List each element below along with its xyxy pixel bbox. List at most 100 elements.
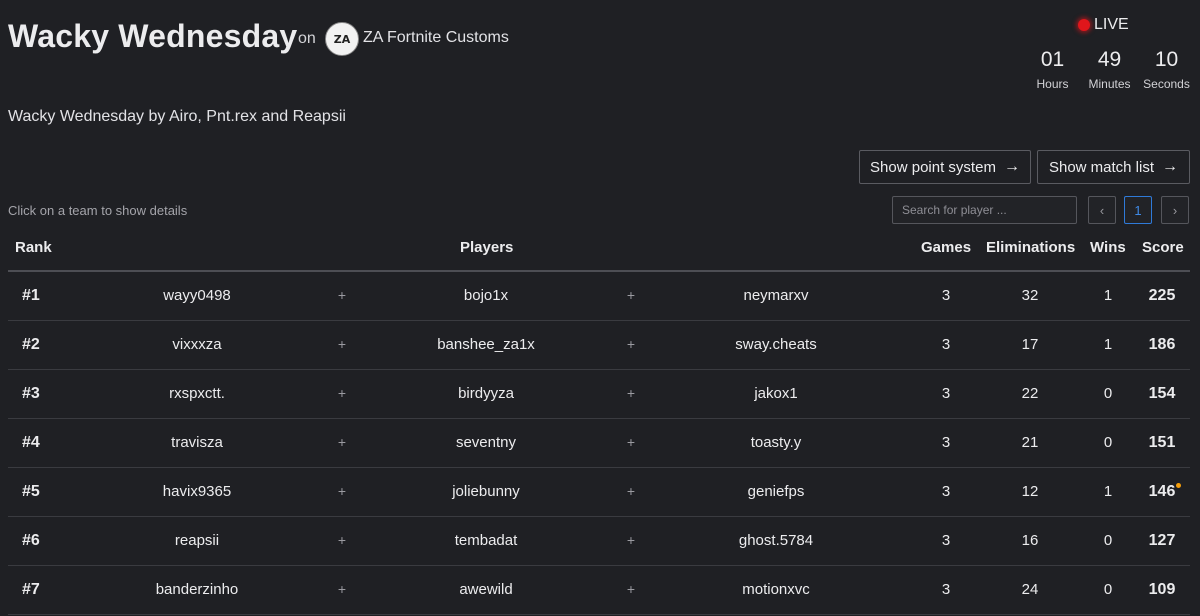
plus-separator-icon: +	[337, 581, 347, 597]
wins-count: 1	[1103, 336, 1113, 353]
countdown-timer: 01 Hours 49 Minutes 10 Seconds	[1024, 48, 1196, 91]
games-count: 3	[941, 532, 951, 549]
team-rank: #4	[22, 434, 40, 451]
player-name: toasty.y	[750, 434, 802, 451]
organizer-logo-icon[interactable]: ZA	[325, 22, 359, 56]
page-button-current[interactable]: 1	[1124, 196, 1152, 224]
plus-separator-icon: +	[626, 434, 636, 450]
wins-count: 0	[1103, 581, 1113, 598]
table-row[interactable]: #1 wayy0498 + bojo1x + neymarxv 3 32 1 225	[8, 272, 1190, 321]
player-name: awewild	[459, 581, 513, 598]
arrow-right-icon: →	[1162, 158, 1179, 175]
chevron-left-icon: ‹	[1099, 202, 1105, 218]
player-name: seventny	[455, 434, 517, 451]
chevron-right-icon: ›	[1172, 202, 1178, 218]
player-name: bojo1x	[463, 287, 509, 304]
table-row[interactable]: #6 reapsii + tembadat + ghost.5784 3 16 0 127	[8, 517, 1190, 566]
wins-count: 0	[1103, 434, 1113, 451]
column-header-players: Players	[460, 239, 514, 256]
player-name: ghost.5784	[738, 532, 814, 549]
plus-separator-icon: +	[626, 385, 636, 401]
button-label: Show match list	[1048, 158, 1155, 176]
games-count: 3	[941, 336, 951, 353]
player-name: banderzinho	[155, 581, 239, 598]
show-point-system-button[interactable]: Show point system →	[859, 150, 1031, 184]
team-score: 127	[1148, 532, 1176, 549]
column-header-games: Games	[921, 239, 972, 256]
wins-count: 0	[1103, 385, 1113, 402]
team-score: 154	[1148, 385, 1176, 402]
status-dot-icon	[1176, 483, 1181, 488]
player-name: motionxvc	[742, 581, 810, 598]
table-row[interactable]: #3 rxspxctt. + birdyyza + jakox1 3 22 0 154	[8, 370, 1190, 419]
games-count: 3	[941, 483, 951, 500]
next-page-button[interactable]: ›	[1161, 196, 1189, 224]
leaderboard-table: Rank Players Games Eliminations Wins Sco…	[8, 230, 1190, 615]
plus-separator-icon: +	[626, 532, 636, 548]
player-name: vixxxza	[172, 336, 222, 353]
column-header-eliminations: Eliminations	[986, 239, 1076, 256]
countdown-label: Seconds	[1143, 77, 1190, 91]
player-name: tembadat	[454, 532, 518, 549]
player-name: neymarxv	[743, 287, 809, 304]
wins-count: 1	[1103, 287, 1113, 304]
player-name: rxspxctt.	[169, 385, 225, 402]
player-name: travisza	[171, 434, 223, 451]
column-header-score: Score	[1142, 239, 1184, 256]
countdown-value: 01	[1040, 48, 1065, 71]
plus-separator-icon: +	[337, 483, 347, 499]
table-row[interactable]: #2 vixxxza + banshee_za1x + sway.cheats 3 17 1 18…	[8, 321, 1190, 370]
plus-separator-icon: +	[337, 287, 347, 303]
table-hint: Click on a team to show details	[8, 203, 188, 218]
countdown-label: Minutes	[1088, 77, 1131, 91]
countdown-value: 49	[1097, 48, 1122, 71]
team-score: 225	[1148, 287, 1176, 304]
eliminations-count: 22	[1021, 385, 1039, 402]
table-row[interactable]: #4 travisza + seventny + toasty.y 3 21 0 151	[8, 419, 1190, 468]
eliminations-count: 16	[1021, 532, 1039, 549]
countdown-hours: 01 Hours	[1024, 48, 1081, 91]
countdown-label: Hours	[1036, 77, 1069, 91]
plus-separator-icon: +	[337, 434, 347, 450]
player-name: wayy0498	[163, 287, 231, 304]
table-header: Rank Players Games Eliminations Wins Sco…	[8, 230, 1190, 272]
team-score: 109	[1148, 581, 1176, 598]
countdown-minutes: 49 Minutes	[1081, 48, 1138, 91]
eliminations-count: 12	[1021, 483, 1039, 500]
team-score: 186	[1148, 336, 1176, 353]
team-rank: #1	[22, 287, 40, 304]
player-name: reapsii	[174, 532, 220, 549]
on-label: on	[298, 30, 316, 47]
organizer-name-link[interactable]: ZA Fortnite Customs	[363, 29, 509, 47]
wins-count: 1	[1103, 483, 1113, 500]
tournament-subtitle: Wacky Wednesday by Airo, Pnt.rex and Rea…	[8, 108, 346, 125]
eliminations-count: 32	[1021, 287, 1039, 304]
eliminations-count: 24	[1021, 581, 1039, 598]
player-name: havix9365	[162, 483, 232, 500]
team-rank: #3	[22, 385, 40, 402]
live-indicator: LIVE	[1078, 16, 1129, 34]
player-name: joliebunny	[452, 483, 520, 500]
player-name: banshee_za1x	[437, 336, 535, 353]
leaderboard-page: Wacky Wednesday on ZA ZA Fortnite Custom…	[0, 0, 1200, 616]
table-row[interactable]: #7 banderzinho + awewild + motionxvc 3 24 0 109	[8, 566, 1190, 615]
previous-page-button[interactable]: ‹	[1088, 196, 1116, 224]
eliminations-count: 21	[1021, 434, 1039, 451]
countdown-value: 10	[1154, 48, 1179, 71]
eliminations-count: 17	[1021, 336, 1039, 353]
wins-count: 0	[1103, 532, 1113, 549]
column-header-rank: Rank	[15, 239, 52, 256]
team-rank: #5	[22, 483, 40, 500]
plus-separator-icon: +	[337, 385, 347, 401]
plus-separator-icon: +	[626, 581, 636, 597]
plus-separator-icon: +	[337, 336, 347, 352]
player-search-input[interactable]	[892, 196, 1077, 224]
player-name: birdyyza	[458, 385, 514, 402]
show-match-list-button[interactable]: Show match list →	[1037, 150, 1190, 184]
arrow-right-icon: →	[1003, 158, 1020, 175]
plus-separator-icon: +	[626, 287, 636, 303]
games-count: 3	[941, 385, 951, 402]
player-name: sway.cheats	[735, 336, 817, 353]
player-name: jakox1	[754, 385, 798, 402]
table-row[interactable]: #5 havix9365 + joliebunny + geniefps 3 12 1 146	[8, 468, 1190, 517]
